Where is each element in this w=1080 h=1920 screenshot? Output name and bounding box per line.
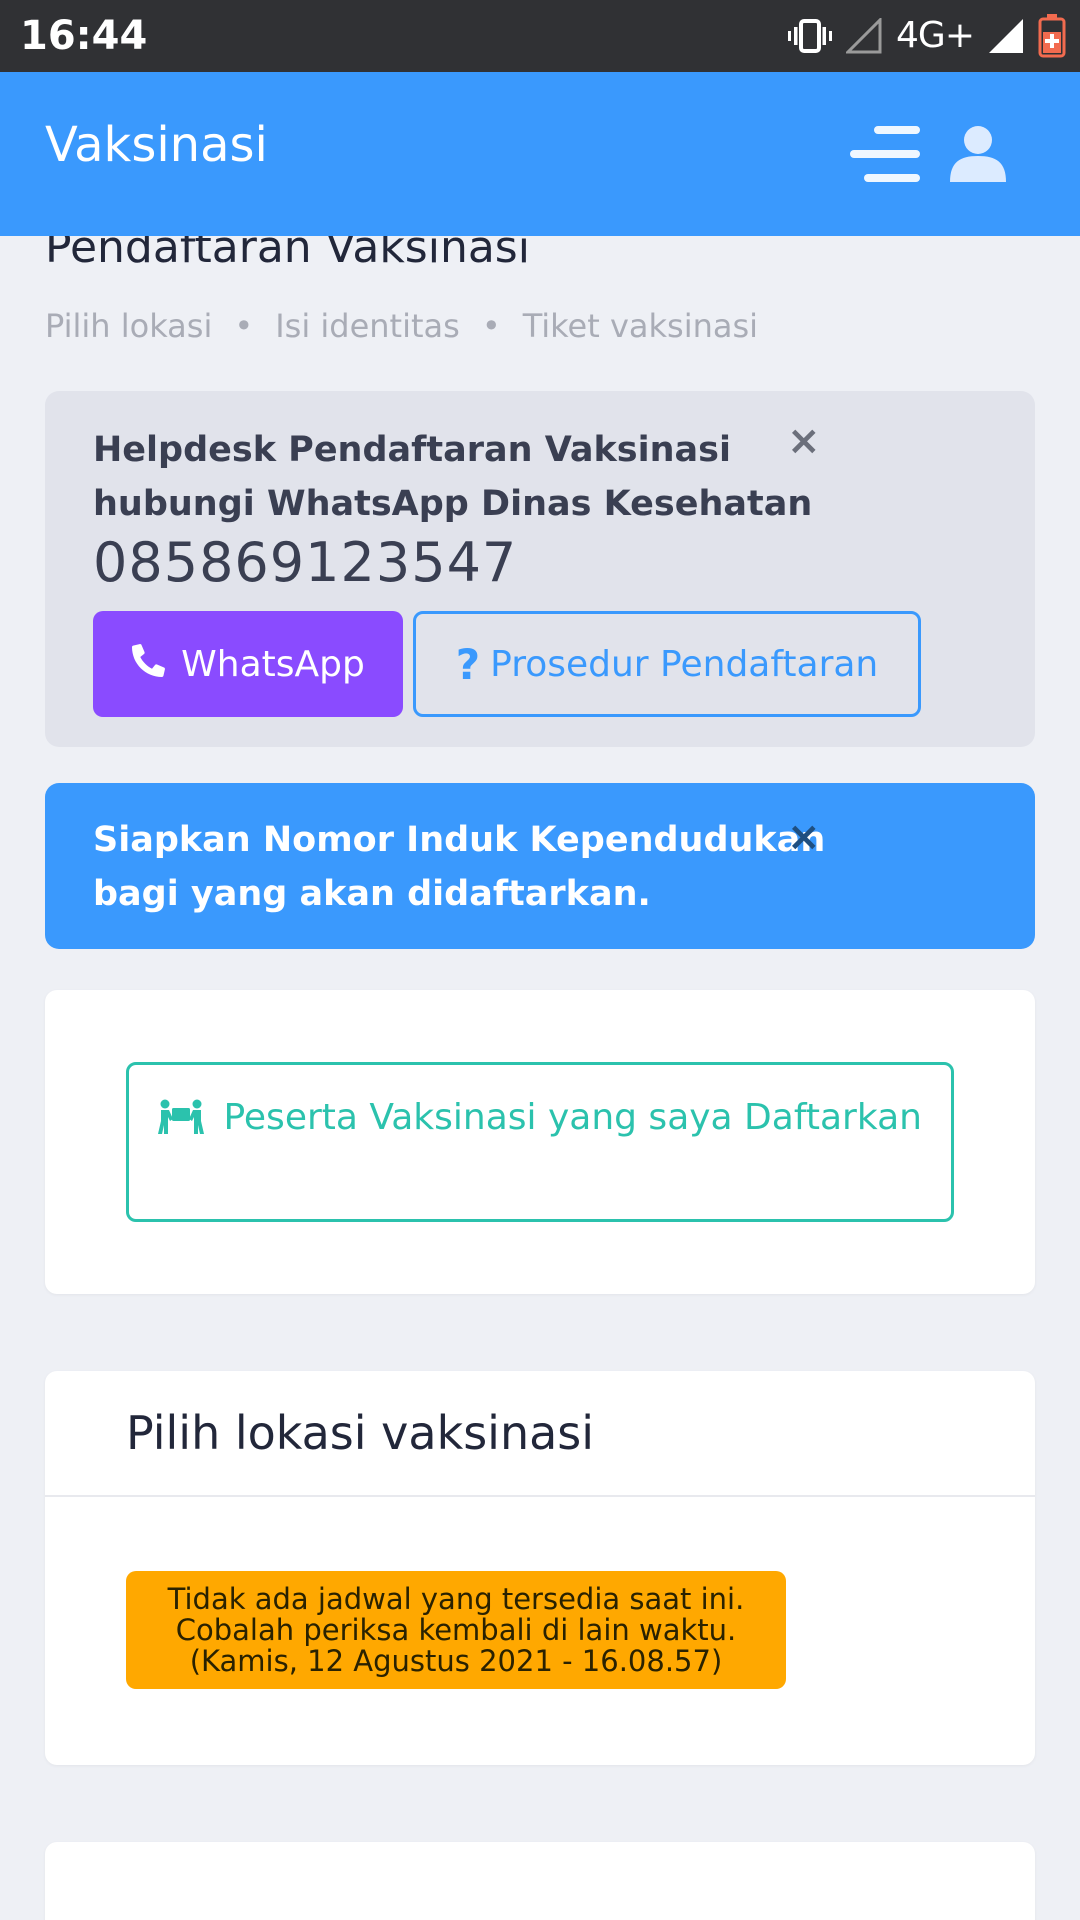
- breadcrumb-step-ticket: Tiket vaksinasi: [522, 307, 759, 345]
- people-carry-icon: [158, 1097, 223, 1138]
- breadcrumb: Pilih lokasi • Isi identitas • Tiket vaksina…: [45, 306, 758, 346]
- registered-participants-label: Peserta Vaksinasi yang saya Daftarkan: [223, 1097, 922, 1138]
- page-title: Pendaftaran Vaksinasi: [45, 236, 530, 273]
- app-bar: Vaksinasi: [0, 72, 1080, 236]
- helpdesk-alert: Helpdesk Pendaftaran Vaksinasi hubungi W…: [45, 391, 1035, 747]
- notice-line: Tidak ada jadwal yang tersedia saat ini.: [167, 1582, 745, 1616]
- notice-line: (Kamis, 12 Agustus 2021 - 16.08.57): [189, 1644, 723, 1678]
- notice-line: Cobalah periksa kembali di lain waktu.: [175, 1613, 737, 1647]
- whatsapp-button-label: WhatsApp: [181, 643, 365, 685]
- battery-icon: [1038, 14, 1066, 58]
- close-helpdesk-button[interactable]: ×: [787, 421, 821, 461]
- helpdesk-phone: 085869123547: [93, 531, 518, 594]
- next-card: [45, 1842, 1035, 1920]
- breadcrumb-step-location: Pilih lokasi: [45, 307, 213, 345]
- menu-icon[interactable]: [848, 124, 922, 188]
- breadcrumb-separator: •: [481, 307, 501, 345]
- phone-icon: [131, 642, 167, 687]
- card-divider: [45, 1495, 1035, 1497]
- user-icon[interactable]: [948, 124, 1008, 188]
- location-card-title: Pilih lokasi vaksinasi: [126, 1406, 595, 1460]
- content: Pendaftaran Vaksinasi Pilih lokasi • Isi i…: [0, 236, 1080, 1920]
- close-info-button[interactable]: ×: [787, 817, 821, 857]
- location-card: Pilih lokasi vaksinasi Tidak ada jadwal …: [45, 1371, 1035, 1765]
- no-schedule-notice: Tidak ada jadwal yang tersedia saat ini.…: [126, 1571, 786, 1689]
- signal-full-icon: [988, 18, 1024, 54]
- breadcrumb-step-identity: Isi identitas: [275, 307, 460, 345]
- procedure-button-label: Prosedur Pendaftaran: [490, 643, 879, 685]
- helpdesk-message: Helpdesk Pendaftaran Vaksinasi hubungi W…: [93, 430, 813, 524]
- nik-info-alert: Siapkan Nomor Induk Kependudukan bagi ya…: [45, 783, 1035, 949]
- breadcrumb-separator: •: [234, 307, 254, 345]
- network-label: 4G+: [896, 15, 975, 56]
- status-icons: 4G+: [788, 12, 1066, 60]
- app-title: Vaksinasi: [45, 117, 268, 173]
- status-bar: 16:44 4G+: [0, 0, 1080, 72]
- procedure-button[interactable]: ? Prosedur Pendaftaran: [413, 611, 921, 717]
- vibrate-icon: [788, 18, 833, 54]
- registered-participants-button[interactable]: Peserta Vaksinasi yang saya Daftarkan: [126, 1062, 954, 1222]
- status-time: 16:44: [20, 13, 148, 59]
- whatsapp-button[interactable]: WhatsApp: [93, 611, 403, 717]
- participants-card: Peserta Vaksinasi yang saya Daftarkan: [45, 990, 1035, 1294]
- signal-empty-icon: [846, 18, 882, 54]
- question-icon: ?: [455, 639, 481, 689]
